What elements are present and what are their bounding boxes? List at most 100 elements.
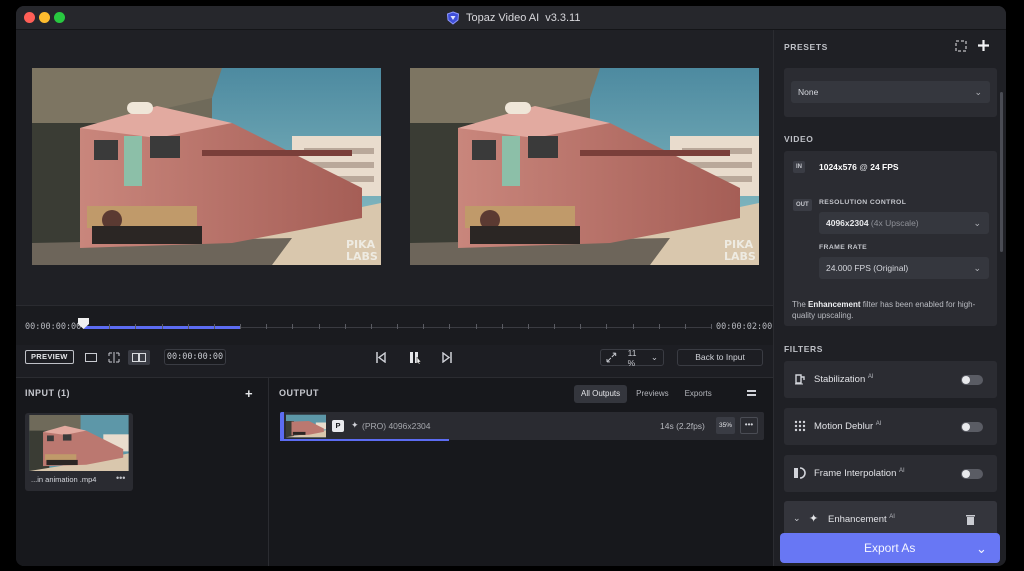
motion-deblur-toggle[interactable]	[961, 422, 983, 432]
close-window-button[interactable]	[24, 12, 35, 23]
timeline-tick	[423, 324, 424, 329]
chevron-down-icon[interactable]: ⌄	[793, 513, 801, 524]
export-as-button[interactable]: Export As ⌄	[780, 533, 1000, 563]
input-file-card[interactable]: ...in animation .mp4 •••	[25, 413, 133, 491]
filter-name-text: Enhancement	[828, 514, 887, 526]
timeline-tick	[449, 324, 450, 329]
resolution-detail: (4x Upscale)	[870, 218, 919, 228]
timeline-start-time: 00:00:00:00	[25, 322, 82, 332]
output-item-row[interactable]: P ✦ (PRO) 4096x2304 14s (2.2fps) 35% •••	[280, 412, 764, 440]
preset-select[interactable]: None ⌄	[791, 81, 990, 103]
tab-previews[interactable]: Previews	[629, 385, 675, 403]
preset-dashed-box-icon[interactable]	[955, 40, 967, 52]
frame-interpolation-toggle[interactable]	[961, 469, 983, 479]
window-title: Topaz Video AI v3.3.11	[446, 11, 580, 25]
stabilization-toggle[interactable]	[961, 375, 983, 385]
frame-rate-label: FRAME RATE	[819, 244, 868, 251]
minimize-window-button[interactable]	[39, 12, 50, 23]
enhancement-note: The Enhancement filter has been enabled …	[792, 299, 992, 321]
preset-actions	[955, 39, 990, 52]
timeline-tick	[266, 324, 267, 329]
delete-filter-icon[interactable]	[966, 514, 975, 525]
timeline-tick	[711, 324, 712, 329]
output-item-accent	[280, 412, 284, 440]
filter-stabilization[interactable]: Stabilization AI	[784, 361, 997, 398]
settings-sidebar: PRESETS None ⌄ VIDEO IN 1024x576 @ 24 FP…	[773, 30, 1006, 566]
chevron-down-icon: ⌄	[974, 87, 982, 97]
watermark-line2: LABS	[346, 250, 378, 263]
frame-rate-select[interactable]: 24.000 FPS (Original) ⌄	[819, 257, 989, 279]
previous-frame-icon[interactable]	[372, 350, 390, 365]
topaz-logo-icon	[446, 11, 460, 25]
split-view-icon[interactable]	[105, 350, 123, 365]
filter-name: Motion Deblur AI	[814, 421, 881, 432]
tab-exports[interactable]: Exports	[678, 385, 719, 403]
back-to-input-button[interactable]: Back to Input	[677, 349, 763, 366]
pause-icon[interactable]	[406, 350, 424, 365]
filter-name-text: Motion Deblur	[814, 421, 874, 433]
output-list-menu-icon[interactable]	[747, 389, 756, 400]
resolution-value: 4096x2304	[826, 218, 869, 228]
zoom-dropdown[interactable]: 11 % ⌄	[600, 347, 664, 368]
zoom-value: 11 %	[627, 347, 637, 368]
stabilization-icon	[795, 374, 805, 385]
app-name: Topaz Video AI	[466, 12, 540, 24]
note-bold: Enhancement	[808, 300, 861, 309]
resolution-control-label: RESOLUTION CONTROL	[819, 199, 907, 206]
timecode-input[interactable]: 00:00:00:00	[164, 349, 226, 365]
timeline-tick	[109, 324, 110, 329]
preset-value: None	[798, 87, 819, 97]
filter-name: Enhancement AI	[828, 514, 895, 525]
side-by-side-view-icon[interactable]	[128, 350, 150, 365]
timeline-track[interactable]	[83, 324, 712, 329]
preview-badge: P	[332, 420, 344, 432]
motion-deblur-icon	[794, 420, 806, 432]
input-video-info: 1024x576 @ 24 FPS	[819, 162, 899, 172]
playback-controls: PREVIEW 00:00:00:00 11 % ⌄ Back to Input	[16, 345, 773, 377]
input-panel: INPUT (1) + ...in animation .mp4 •••	[16, 378, 269, 566]
zoom-icon	[606, 352, 617, 363]
input-fps: 24 FPS	[870, 162, 899, 172]
timeline-tick	[135, 324, 136, 329]
input-resolution: 1024x576	[819, 162, 857, 172]
resolution-select[interactable]: 4096x2304 (4x Upscale) ⌄	[819, 212, 989, 234]
filter-frame-interpolation[interactable]: Frame Interpolation AI	[784, 455, 997, 492]
output-preview-frame[interactable]: PIKA LABS	[410, 68, 759, 265]
timeline-tick	[162, 324, 163, 329]
timeline-tick	[319, 324, 320, 329]
output-item-more-button[interactable]: •••	[740, 417, 758, 434]
output-thumbnail	[286, 414, 326, 438]
app-version: v3.3.11	[545, 12, 581, 24]
title-bar: Topaz Video AI v3.3.11	[16, 6, 1006, 30]
ai-label: AI	[867, 374, 874, 380]
filter-name: Frame Interpolation AI	[814, 468, 905, 479]
tab-all-outputs[interactable]: All Outputs	[574, 385, 628, 403]
chevron-down-icon[interactable]: ⌄	[976, 534, 987, 564]
timeline-tick	[371, 324, 372, 329]
timeline[interactable]: 00:00:00:00 00:00:02:00	[16, 305, 773, 345]
filter-name-text: Stabilization	[814, 374, 866, 386]
add-input-icon[interactable]: +	[245, 387, 253, 400]
video-title: VIDEO	[784, 134, 814, 144]
input-at: @	[859, 162, 868, 172]
timeline-end-time: 00:00:02:00	[716, 322, 773, 332]
timeline-tick	[188, 324, 189, 329]
ai-label: AI	[889, 514, 895, 520]
filters-title: FILTERS	[784, 344, 823, 354]
watermark-line2: LABS	[724, 250, 756, 263]
next-frame-icon[interactable]	[438, 350, 456, 365]
input-file-more-icon[interactable]: •••	[116, 473, 125, 483]
filter-motion-deblur[interactable]: Motion Deblur AI	[784, 408, 997, 445]
maximize-window-button[interactable]	[54, 12, 65, 23]
timeline-tick	[580, 324, 581, 329]
add-preset-icon[interactable]	[977, 39, 990, 52]
sidebar-scrollbar[interactable]	[1000, 92, 1003, 252]
frame-interpolation-icon	[794, 467, 806, 479]
input-preview-frame[interactable]: PIKA LABS	[32, 68, 381, 265]
preview-button[interactable]: PREVIEW	[25, 350, 74, 364]
output-panel-title: OUTPUT	[279, 388, 319, 398]
single-view-icon[interactable]	[82, 350, 100, 365]
output-item-percent: 35%	[716, 417, 735, 434]
input-thumbnail	[27, 415, 131, 471]
timeline-tick	[502, 324, 503, 329]
